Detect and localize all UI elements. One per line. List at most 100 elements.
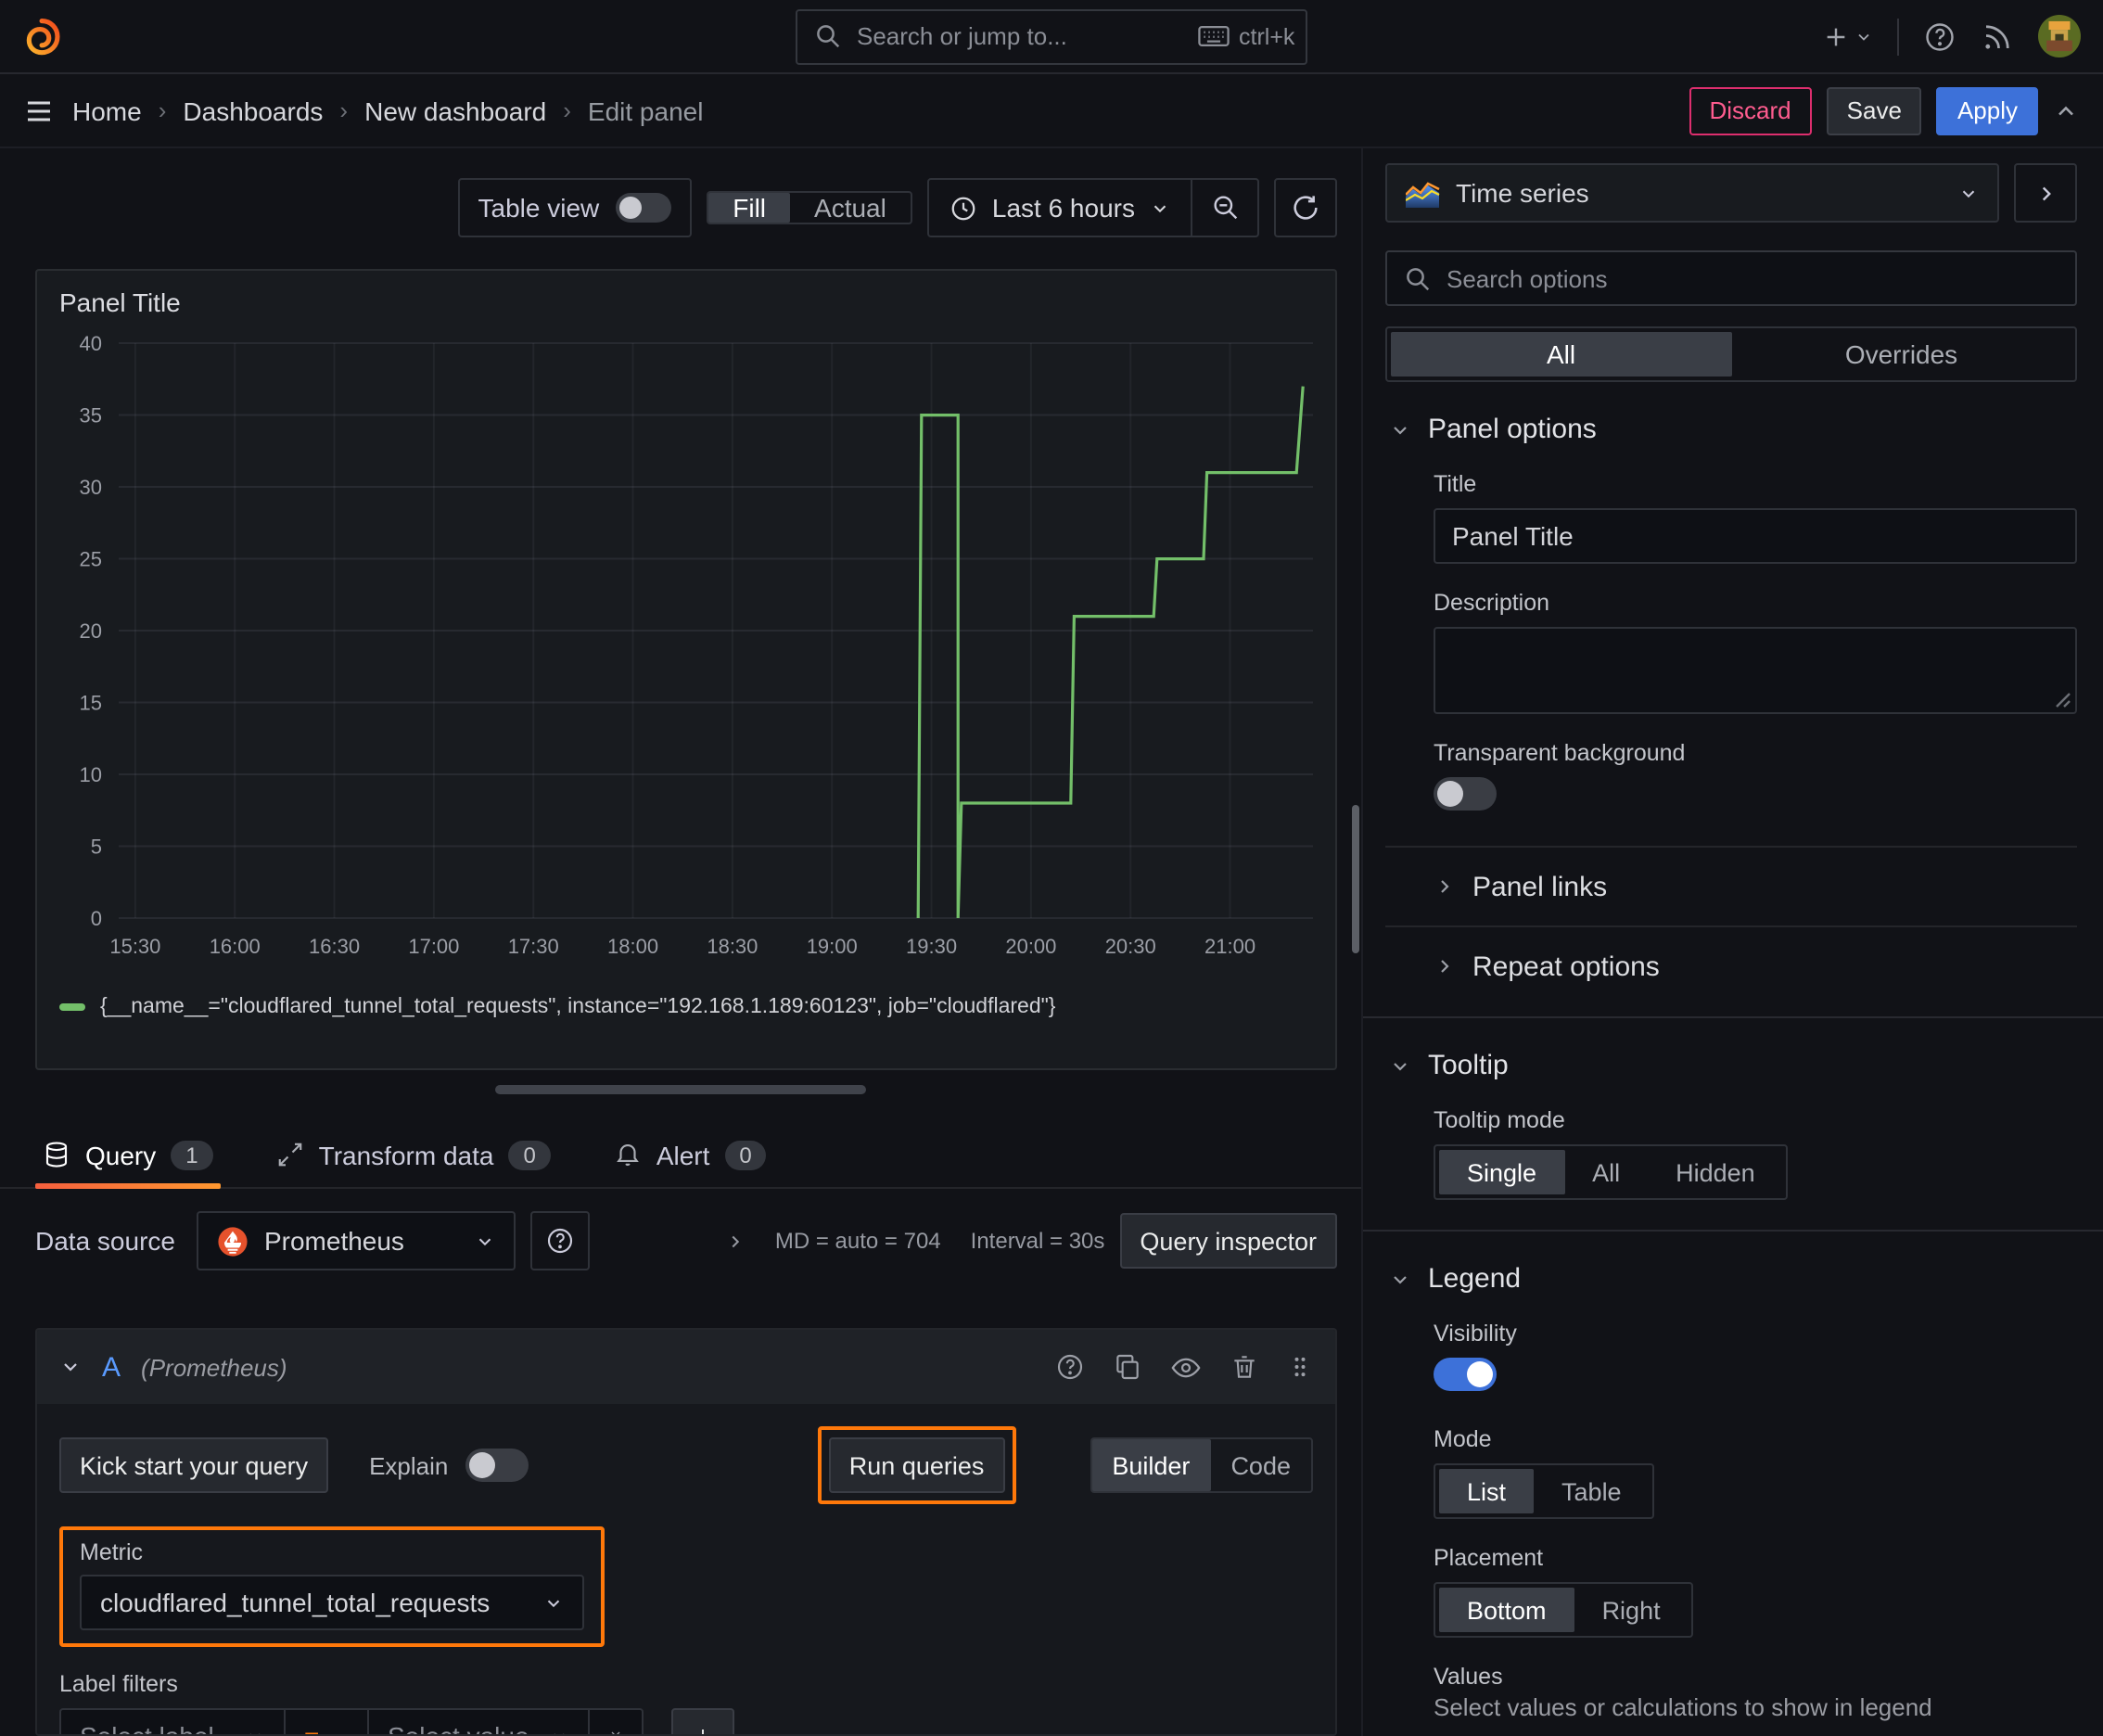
transparent-background-toggle[interactable] <box>1434 777 1497 811</box>
operator-dropdown[interactable]: = <box>284 1708 369 1734</box>
shortcut-label: ctrl+k <box>1239 23 1295 49</box>
builder-option[interactable]: Builder <box>1091 1439 1211 1491</box>
tab-query[interactable]: Query 1 <box>35 1122 221 1189</box>
breadcrumb-dashboards[interactable]: Dashboards <box>183 96 323 125</box>
remove-query-icon[interactable] <box>1230 1352 1259 1382</box>
run-queries-highlight: Run queries <box>817 1426 1016 1504</box>
options-pane: Time series All Overrides <box>1361 148 2103 1736</box>
legend-visibility-toggle[interactable] <box>1434 1358 1497 1391</box>
kick-start-query-button[interactable]: Kick start your query <box>59 1437 329 1493</box>
tab-all[interactable]: All <box>1391 332 1731 377</box>
max-data-points-stat: MD = auto = 704 <box>774 1228 941 1254</box>
bell-icon <box>616 1144 639 1167</box>
discard-button[interactable]: Discard <box>1689 86 1812 134</box>
legend-placement-bottom[interactable]: Bottom <box>1439 1588 1574 1632</box>
global-search-box[interactable]: ctrl+k <box>796 8 1307 64</box>
table-view-label: Table view <box>478 193 600 223</box>
query-row-actions <box>1055 1351 1313 1383</box>
chevron-right-icon[interactable] <box>725 1231 746 1251</box>
tooltip-header[interactable]: Tooltip <box>1385 1018 2077 1102</box>
breadcrumb-separator: › <box>339 96 349 124</box>
actual-option[interactable]: Actual <box>790 193 911 223</box>
query-row-header[interactable]: A (Prometheus) <box>37 1330 1335 1404</box>
legend-series-swatch[interactable] <box>59 1003 85 1011</box>
tab-overrides[interactable]: Overrides <box>1731 332 2071 377</box>
all-overrides-tabs: All Overrides <box>1385 326 2077 382</box>
apply-button[interactable]: Apply <box>1936 86 2038 134</box>
panel-resize-handle[interactable] <box>495 1085 866 1094</box>
chevron-down-icon <box>479 1237 492 1245</box>
chevron-down-icon <box>64 1363 77 1372</box>
tab-alert[interactable]: Alert 0 <box>606 1122 774 1187</box>
metric-select[interactable]: cloudflared_tunnel_total_requests <box>80 1575 584 1630</box>
explain-toggle[interactable] <box>465 1449 529 1482</box>
duplicate-query-icon[interactable] <box>1113 1352 1142 1382</box>
tooltip-mode-single[interactable]: Single <box>1439 1150 1565 1194</box>
legend-series-label[interactable]: {__name__="cloudflared_tunnel_total_requ… <box>100 996 1055 1018</box>
datasource-row: Data source Prometheus MD = auto = 704 I… <box>35 1211 1337 1270</box>
drag-handle-icon[interactable] <box>1287 1354 1313 1380</box>
refresh-button[interactable] <box>1274 178 1337 237</box>
remove-filter-button[interactable] <box>588 1708 644 1734</box>
query-inspector-button[interactable]: Query inspector <box>1119 1213 1337 1269</box>
panel-links-section[interactable]: Panel links <box>1385 848 2077 925</box>
visualization-picker[interactable]: Time series <box>1385 163 1999 223</box>
global-search-input[interactable] <box>857 22 1183 50</box>
fill-actual-segmented: Fill Actual <box>707 191 912 224</box>
top-nav-right <box>1821 15 2081 57</box>
x-tick-label: 20:30 <box>1105 935 1156 958</box>
label-filters-label: Label filters <box>59 1671 178 1697</box>
legend-mode-list[interactable]: List <box>1439 1469 1535 1513</box>
select-value-dropdown[interactable]: Select value <box>367 1708 590 1734</box>
collapse-options-button[interactable] <box>2014 163 2077 223</box>
table-view-toggle[interactable] <box>616 193 672 223</box>
menu-toggle-button[interactable] <box>22 94 56 127</box>
zoom-out-time-button[interactable] <box>1191 180 1257 236</box>
transparent-background-label: Transparent background <box>1434 740 1686 766</box>
repeat-options-section[interactable]: Repeat options <box>1385 927 2077 1005</box>
select-label-dropdown[interactable]: Select label <box>59 1708 286 1734</box>
scrollbar-thumb[interactable] <box>1352 805 1359 953</box>
panel-options-header[interactable]: Panel options <box>1385 382 2077 466</box>
time-range-picker[interactable]: Last 6 hours <box>929 180 1191 236</box>
panel-title: Panel Title <box>59 287 181 317</box>
user-avatar[interactable] <box>2038 15 2081 57</box>
save-button[interactable]: Save <box>1826 86 1922 134</box>
legend-mode-segmented: List Table <box>1434 1463 1655 1519</box>
time-series-chart[interactable]: 0 5 10 15 20 25 30 35 40 15:30 16:00 16:30 17:00 17:3… <box>48 321 1328 989</box>
tab-transform-data[interactable]: Transform data 0 <box>269 1122 558 1187</box>
tooltip-mode-hidden[interactable]: Hidden <box>1648 1150 1783 1194</box>
description-textarea[interactable] <box>1434 627 2077 714</box>
datasource-help-button[interactable] <box>530 1211 591 1270</box>
plus-icon <box>702 1730 704 1734</box>
grafana-logo-icon[interactable] <box>22 16 63 57</box>
news-icon[interactable] <box>1981 19 2014 53</box>
add-filter-button[interactable] <box>671 1708 734 1734</box>
query-toolbar-row: Kick start your query Explain Run querie… <box>59 1426 1313 1504</box>
fill-option[interactable]: Fill <box>708 193 791 223</box>
legend-mode-table[interactable]: Table <box>1534 1469 1650 1513</box>
collapse-header-button[interactable] <box>2053 97 2079 123</box>
tooltip-mode-all[interactable]: All <box>1564 1150 1648 1194</box>
datasource-picker[interactable]: Prometheus <box>197 1211 516 1270</box>
run-queries-button[interactable]: Run queries <box>828 1437 1005 1493</box>
legend-header[interactable]: Legend <box>1385 1232 2077 1315</box>
breadcrumb-new-dashboard[interactable]: New dashboard <box>364 96 546 125</box>
options-search-input[interactable] <box>1447 264 2058 292</box>
panel-title-input[interactable] <box>1434 508 2077 564</box>
y-tick-label: 5 <box>91 836 102 859</box>
chevron-down-icon <box>1153 204 1166 212</box>
resize-corner-icon[interactable] <box>2055 692 2071 708</box>
legend-placement-right[interactable]: Right <box>1574 1588 1689 1632</box>
y-tick-label: 0 <box>91 907 102 930</box>
add-menu-button[interactable] <box>1821 21 1873 51</box>
query-help-icon[interactable] <box>1055 1352 1085 1382</box>
y-tick-label: 35 <box>80 404 102 428</box>
code-option[interactable]: Code <box>1210 1439 1311 1491</box>
breadcrumb-home[interactable]: Home <box>72 96 142 125</box>
options-search-box[interactable] <box>1385 250 2077 306</box>
panel-options-body: Title Description Transparent background <box>1385 471 2077 820</box>
tooltip-mode-label: Tooltip mode <box>1434 1107 1565 1133</box>
hide-response-icon[interactable] <box>1170 1351 1202 1383</box>
help-icon[interactable] <box>1923 19 1956 53</box>
